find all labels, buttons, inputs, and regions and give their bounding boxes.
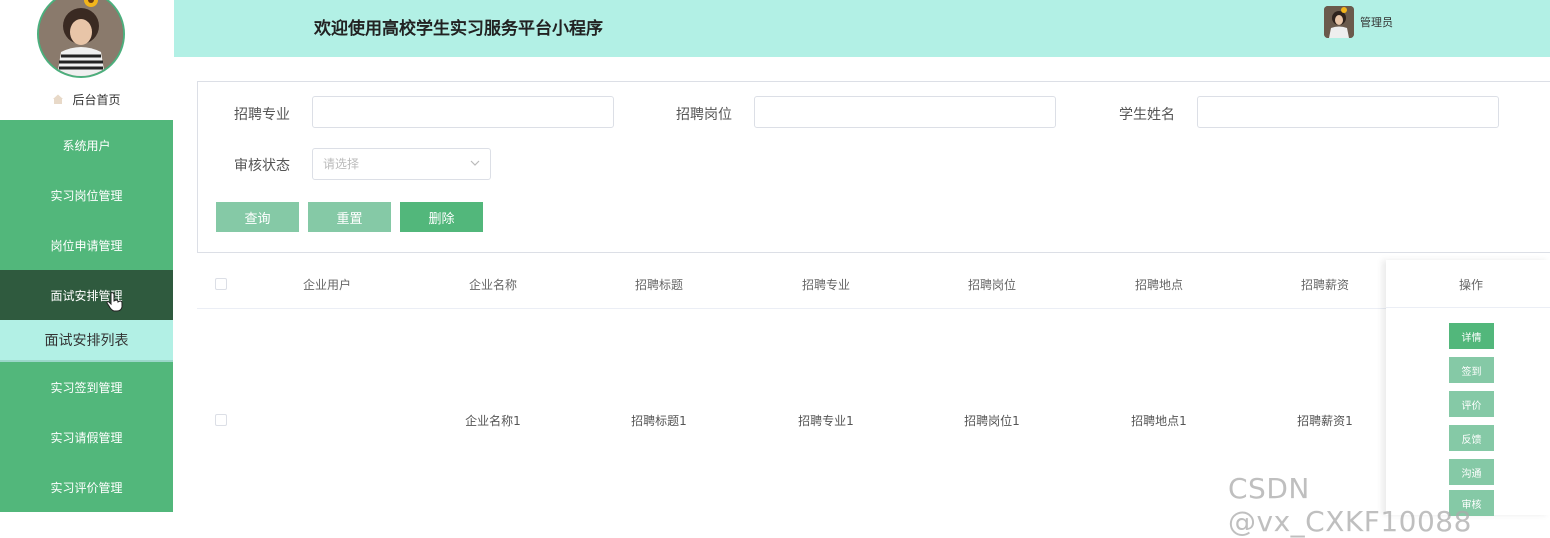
query-button[interactable]: 查询	[216, 202, 299, 232]
evaluate-button-label: 评价	[1461, 400, 1482, 412]
column-header: 招聘岗位	[967, 278, 1016, 292]
sidebar-item-label: 系统用户	[62, 138, 111, 153]
student-name-input[interactable]	[1197, 96, 1499, 128]
user-avatar-image	[1324, 6, 1354, 38]
sidebar-item-label: 岗位申请管理	[50, 238, 123, 253]
position-input[interactable]	[754, 96, 1056, 128]
reset-button-label: 重置	[336, 211, 363, 227]
checkin-button-label: 签到	[1461, 366, 1482, 378]
avatar-image	[39, 0, 123, 76]
cell-title: 招聘标题1	[631, 414, 687, 428]
sidebar-item-label: 实习请假管理	[50, 430, 123, 445]
divider	[1386, 307, 1550, 308]
cell-major: 招聘专业1	[798, 414, 854, 428]
status-placeholder: 请选择	[323, 157, 360, 171]
sidebar-item-evaluation[interactable]: 实习评价管理	[0, 462, 173, 512]
sidebar-item-leave[interactable]: 实习请假管理	[0, 412, 173, 462]
detail-button[interactable]: 详情	[1449, 323, 1494, 349]
major-label: 招聘专业	[234, 107, 290, 123]
user-name: 管理员	[1360, 16, 1393, 29]
reset-button[interactable]: 重置	[308, 202, 391, 232]
table-header: 企业用户 企业名称 招聘标题 招聘专业 招聘岗位 招聘地点 招聘薪资	[197, 260, 1550, 309]
sidebar-item-interview-arrangement[interactable]: 面试安排管理	[0, 270, 173, 320]
row-checkbox[interactable]	[215, 414, 227, 426]
sidebar-item-internship-positions[interactable]: 实习岗位管理	[0, 170, 173, 220]
sidebar-menu: 系统用户 实习岗位管理 岗位申请管理 面试安排管理 面试安排列表 实习签到管理 …	[0, 120, 173, 512]
home-label: 后台首页	[72, 92, 121, 107]
sidebar-subitem-label: 面试安排列表	[44, 333, 129, 349]
sidebar-item-label: 实习岗位管理	[50, 188, 123, 203]
detail-button-label: 详情	[1461, 332, 1482, 344]
delete-button-label: 删除	[428, 211, 455, 227]
page-title: 欢迎使用高校学生实习服务平台小程序	[314, 19, 603, 39]
home-link[interactable]: 后台首页	[0, 88, 173, 110]
cell-salary: 招聘薪资1	[1297, 414, 1353, 428]
column-header: 招聘地点	[1134, 278, 1183, 292]
select-all-checkbox[interactable]	[215, 278, 227, 290]
column-header: 企业用户	[302, 278, 351, 292]
status-label: 审核状态	[234, 158, 290, 174]
top-header: 欢迎使用高校学生实习服务平台小程序 管理员	[174, 0, 1550, 57]
sidebar-item-label: 实习签到管理	[50, 380, 123, 395]
cell-company-name: 企业名称1	[465, 414, 521, 428]
position-label: 招聘岗位	[676, 107, 732, 123]
hand-cursor-icon	[106, 292, 123, 312]
search-panel: 招聘专业 招聘岗位 学生姓名 审核状态 请选择 查询 重置 删除	[197, 81, 1550, 253]
student-name-label: 学生姓名	[1119, 107, 1175, 123]
avatar[interactable]	[37, 0, 125, 78]
evaluate-button[interactable]: 评价	[1449, 391, 1494, 417]
user-avatar[interactable]	[1324, 6, 1354, 38]
chevron-down-icon	[470, 160, 480, 166]
sidebar-item-checkin[interactable]: 实习签到管理	[0, 362, 173, 412]
delete-button[interactable]: 删除	[400, 202, 483, 232]
header-user[interactable]: 管理员	[1324, 6, 1393, 38]
column-header: 招聘专业	[801, 278, 850, 292]
column-header: 招聘标题	[634, 278, 683, 292]
sidebar-item-system-users[interactable]: 系统用户	[0, 120, 173, 170]
sidebar-item-position-applications[interactable]: 岗位申请管理	[0, 220, 173, 270]
query-button-label: 查询	[244, 211, 271, 227]
major-input[interactable]	[312, 96, 614, 128]
status-select[interactable]: 请选择	[312, 148, 491, 180]
column-header: 操作	[1458, 278, 1483, 292]
cell-location: 招聘地点1	[1131, 414, 1187, 428]
sidebar: 后台首页 系统用户 实习岗位管理 岗位申请管理 面试安排管理 面试安排列表 实习…	[0, 0, 173, 515]
checkin-button[interactable]: 签到	[1449, 357, 1494, 383]
column-header: 企业名称	[468, 278, 517, 292]
home-icon	[53, 94, 64, 104]
column-header: 招聘薪资	[1300, 278, 1349, 292]
feedback-button-label: 反馈	[1461, 434, 1482, 446]
sidebar-subitem-interview-list[interactable]: 面试安排列表	[0, 320, 173, 362]
feedback-button[interactable]: 反馈	[1449, 425, 1494, 451]
cell-position: 招聘岗位1	[964, 414, 1020, 428]
watermark: CSDN @vx_CXKF10088	[1228, 472, 1472, 538]
sidebar-item-label: 实习评价管理	[50, 480, 123, 495]
